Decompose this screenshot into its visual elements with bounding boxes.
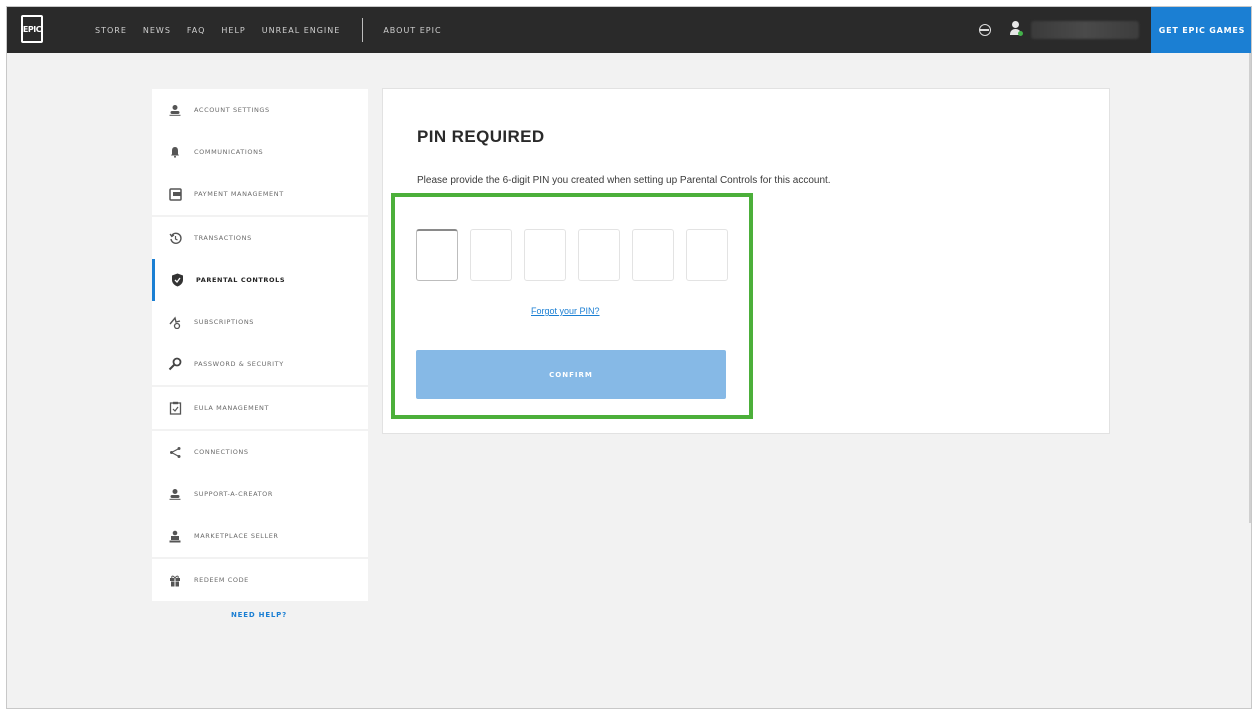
nav-link-about-epic[interactable]: ABOUT EPIC [383,26,441,35]
user-icon[interactable] [1009,21,1023,39]
need-help-link[interactable]: NEED HELP? [231,611,287,619]
sidebar-item-support-a-creator[interactable]: SUPPORT-A-CREATOR [152,473,368,515]
forgot-pin-link[interactable]: Forgot your PIN? [531,306,600,316]
sidebar-group: TRANSACTIONS PARENTAL CONTROLS SUBSCRIPT… [152,217,368,385]
online-status-dot [1018,31,1023,36]
nav-divider [362,18,364,42]
epic-logo[interactable]: EPIC [21,15,43,43]
sidebar-item-transactions[interactable]: TRANSACTIONS [152,217,368,259]
pin-digit-6[interactable] [686,229,728,281]
pin-digit-2[interactable] [470,229,512,281]
account-sidebar: ACCOUNT SETTINGS COMMUNICATIONS PAYMENT … [152,89,368,601]
bell-icon [168,145,182,159]
sidebar-item-connections[interactable]: CONNECTIONS [152,431,368,473]
globe-icon[interactable] [979,24,991,36]
share-icon [168,445,182,459]
nav-link-unreal-engine[interactable]: UNREAL ENGINE [262,26,341,35]
creator-icon [168,487,182,501]
sidebar-group: REDEEM CODE [152,559,368,601]
clipboard-icon [168,401,182,415]
nav-link-news[interactable]: NEWS [143,26,171,35]
pin-digit-1[interactable] [416,229,458,281]
pin-digit-4[interactable] [578,229,620,281]
sidebar-item-marketplace-seller[interactable]: MARKETPLACE SELLER [152,515,368,557]
nav-link-faq[interactable]: FAQ [187,26,206,35]
confirm-button[interactable]: CONFIRM [416,350,726,399]
page-title: PIN REQUIRED [417,127,545,146]
sidebar-item-redeem-code[interactable]: REDEEM CODE [152,559,368,601]
shield-icon [170,273,184,287]
sidebar-item-subscriptions[interactable]: SUBSCRIPTIONS [152,301,368,343]
top-navigation: EPIC STORE NEWS FAQ HELP UNREAL ENGINE A… [7,7,1251,53]
pin-digit-5[interactable] [632,229,674,281]
pin-description: Please provide the 6-digit PIN you creat… [417,175,831,186]
username-redacted[interactable] [1031,21,1139,39]
nav-links: STORE NEWS FAQ HELP UNREAL ENGINE ABOUT … [95,7,458,53]
nav-link-help[interactable]: HELP [221,26,245,35]
nav-link-store[interactable]: STORE [95,26,127,35]
get-epic-games-button[interactable]: GET EPIC GAMES [1151,7,1251,53]
history-icon [168,231,182,245]
sidebar-item-parental-controls[interactable]: PARENTAL CONTROLS [152,259,368,301]
sidebar-item-account-settings[interactable]: ACCOUNT SETTINGS [152,89,368,131]
sidebar-item-payment-management[interactable]: PAYMENT MANAGEMENT [152,173,368,215]
sidebar-item-communications[interactable]: COMMUNICATIONS [152,131,368,173]
wallet-icon [168,187,182,201]
gift-icon [168,573,182,587]
sidebar-group: ACCOUNT SETTINGS COMMUNICATIONS PAYMENT … [152,89,368,215]
scrollbar[interactable] [1249,53,1251,523]
sidebar-item-password-security[interactable]: PASSWORD & SECURITY [152,343,368,385]
subscriptions-icon [168,315,182,329]
sidebar-group: CONNECTIONS SUPPORT-A-CREATOR MARKETPLAC… [152,431,368,557]
pin-input-row [416,229,740,281]
sidebar-item-eula-management[interactable]: EULA MANAGEMENT [152,387,368,429]
user-icon [168,103,182,117]
key-icon [168,357,182,371]
sidebar-group: EULA MANAGEMENT [152,387,368,429]
pin-digit-3[interactable] [524,229,566,281]
seller-icon [168,529,182,543]
